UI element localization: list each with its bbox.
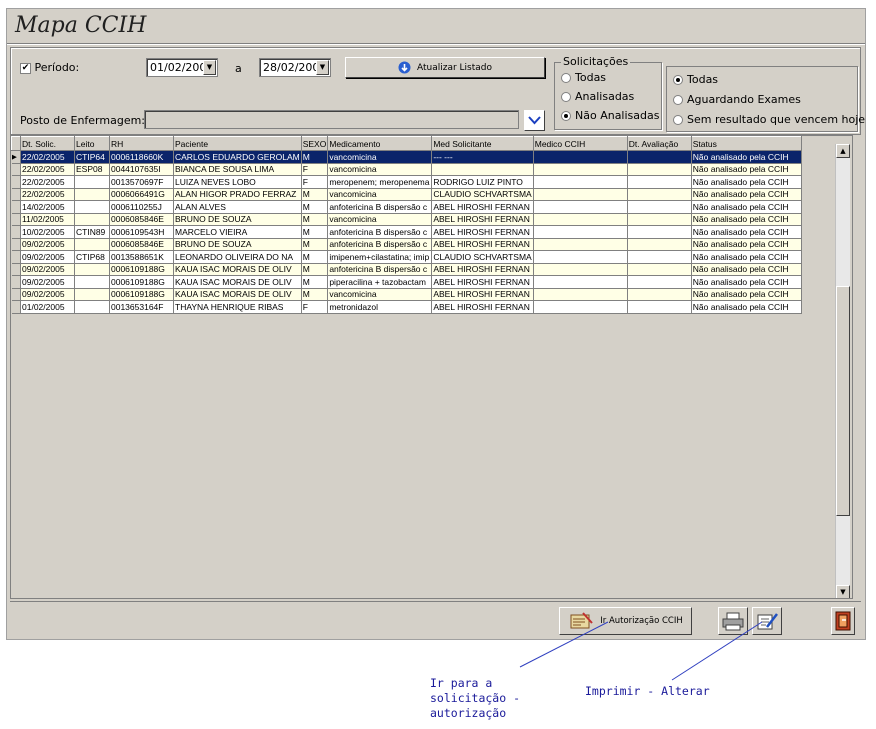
annotation-ir-solicitacao: Ir para a solicitação - autorização: [430, 676, 521, 720]
annotation-lines: [519, 621, 763, 681]
annotation-imprimir-alterar: Imprimir - Alterar: [585, 684, 710, 698]
